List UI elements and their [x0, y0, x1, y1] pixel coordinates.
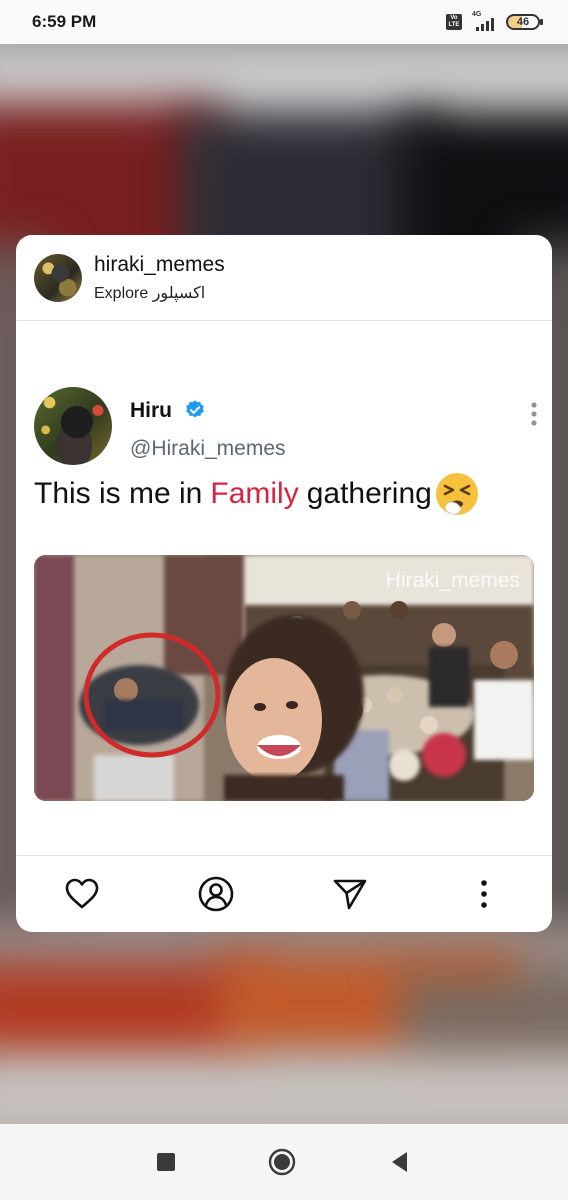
- navigation-bar: [0, 1124, 568, 1200]
- battery-icon: 46: [506, 14, 543, 30]
- verified-badge-icon: [186, 400, 204, 418]
- recents-icon[interactable]: [152, 1148, 180, 1176]
- like-icon[interactable]: [64, 876, 100, 912]
- home-icon[interactable]: [268, 1148, 296, 1176]
- status-time: 6:59 PM: [32, 12, 97, 31]
- tweet-image[interactable]: Hiraki_memes: [34, 555, 534, 801]
- image-watermark: Hiraki_memes: [385, 569, 520, 592]
- share-icon[interactable]: [332, 876, 368, 912]
- header-subtitle: Explore اکسپلور: [94, 284, 206, 302]
- tweet-author-row: Hiru @Hiraki_memes: [34, 387, 537, 467]
- header-username[interactable]: hiraki_memes: [94, 253, 225, 277]
- network-type: 4G: [472, 11, 482, 18]
- more-options-icon[interactable]: [466, 876, 502, 912]
- tweet-text: This is me in Family gathering: [34, 471, 480, 517]
- status-icons: Vo LTE 4G 46: [446, 11, 543, 31]
- tweet-text-part: This is me in: [34, 477, 203, 510]
- post-content[interactable]: Hiru @Hiraki_memes This is me in Family …: [16, 321, 552, 855]
- sneezing-face-emoji-icon: [435, 473, 478, 515]
- post-preview-card[interactable]: hiraki_memes Explore اکسپلور Hiru @Hirak…: [16, 235, 552, 932]
- back-icon[interactable]: [386, 1148, 414, 1176]
- profile-icon[interactable]: [198, 876, 234, 912]
- tweet-author-name: Hiru: [130, 399, 172, 422]
- tweet-text-highlight: Family: [210, 477, 299, 510]
- tweet-author-avatar: [34, 387, 112, 465]
- tweet-text-part: gathering: [306, 477, 432, 510]
- action-bar: [16, 855, 552, 932]
- tweet-more-vertical-icon: [531, 402, 537, 426]
- volte-icon: Vo LTE: [446, 14, 462, 30]
- signal-icon: 4G: [470, 11, 498, 31]
- battery-level: 46: [516, 16, 530, 28]
- avatar[interactable]: [34, 253, 82, 302]
- status-bar: 6:59 PM Vo LTE 4G 46: [0, 0, 568, 44]
- tweet-author-handle: @Hiraki_memes: [130, 437, 286, 460]
- card-header[interactable]: hiraki_memes Explore اکسپلور: [16, 235, 552, 321]
